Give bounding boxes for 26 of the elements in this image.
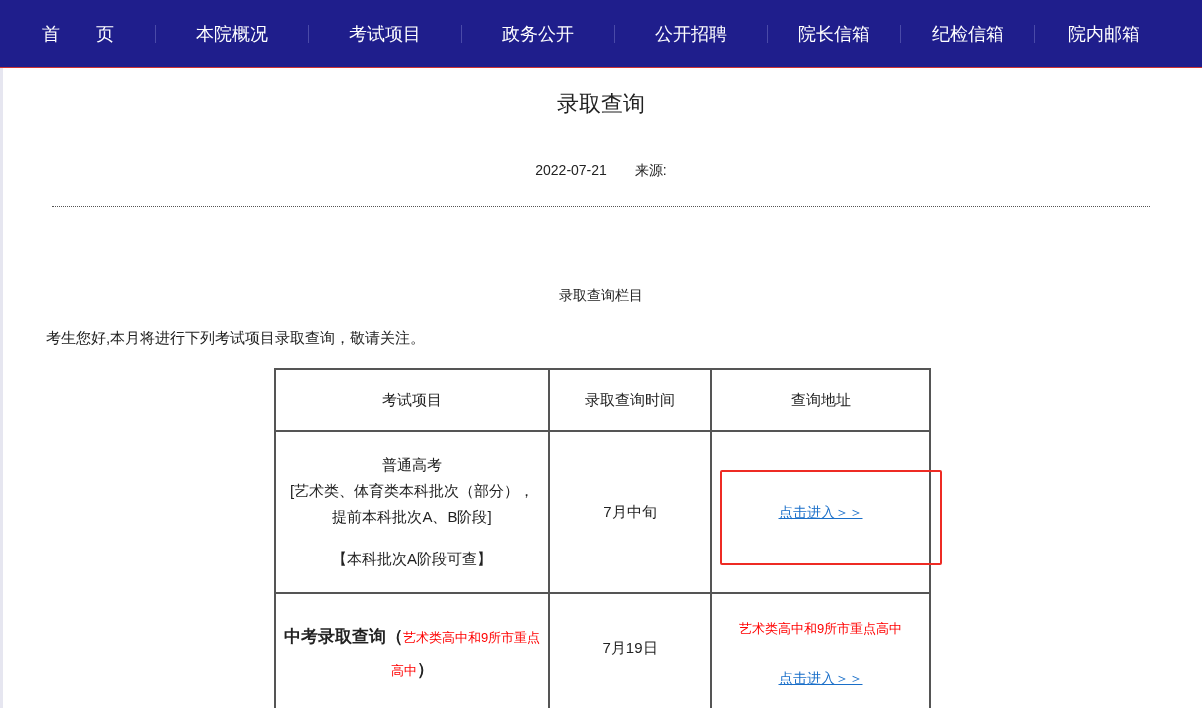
column-header: 查询地址 bbox=[711, 369, 930, 431]
query-time: 7月19日 bbox=[601, 639, 659, 658]
column-header: 考试项目 bbox=[275, 369, 549, 431]
intro-text: 考生您好,本月将进行下列考试项目录取查询，敬请关注。 bbox=[46, 329, 427, 348]
exam-note: 【本科批次A阶段可查】 bbox=[332, 549, 492, 569]
section-title: 录取查询栏目 bbox=[558, 287, 644, 305]
link-note: 艺术类高中和9所市重点高中 bbox=[738, 620, 903, 638]
nav-link[interactable]: 院长信箱 bbox=[798, 21, 870, 46]
source-label: 来源: bbox=[634, 162, 667, 180]
exam-name: 提前本科批次A、B阶段] bbox=[332, 507, 492, 527]
exam-name: 中考录取查询（艺术类高中和9所市重点高中） bbox=[282, 626, 542, 681]
nav-link[interactable]: 本院概况 bbox=[196, 21, 268, 46]
publish-date: 2022-07-21 bbox=[535, 162, 607, 180]
exam-name: 普通高考 bbox=[382, 455, 442, 475]
column-header: 录取查询时间 bbox=[549, 369, 711, 431]
nav-link[interactable]: 纪检信箱 bbox=[931, 21, 1004, 46]
nav-link[interactable]: 公开招聘 bbox=[655, 21, 727, 46]
exam-name: [艺术类、体育类本科批次（部分）， bbox=[289, 481, 535, 501]
nav-link[interactable]: 政务公开 bbox=[502, 21, 574, 46]
article-title: 录取查询 bbox=[556, 90, 646, 118]
query-time: 7月中旬 bbox=[602, 502, 658, 522]
nav-link[interactable]: 考试项目 bbox=[349, 21, 421, 46]
enter-link[interactable]: 点击进入＞＞ bbox=[778, 503, 863, 520]
enter-link[interactable]: 点击进入＞＞ bbox=[778, 670, 863, 688]
nav-link[interactable]: 院内邮箱 bbox=[1067, 21, 1140, 46]
nav-link[interactable]: 首 页 bbox=[41, 21, 114, 46]
